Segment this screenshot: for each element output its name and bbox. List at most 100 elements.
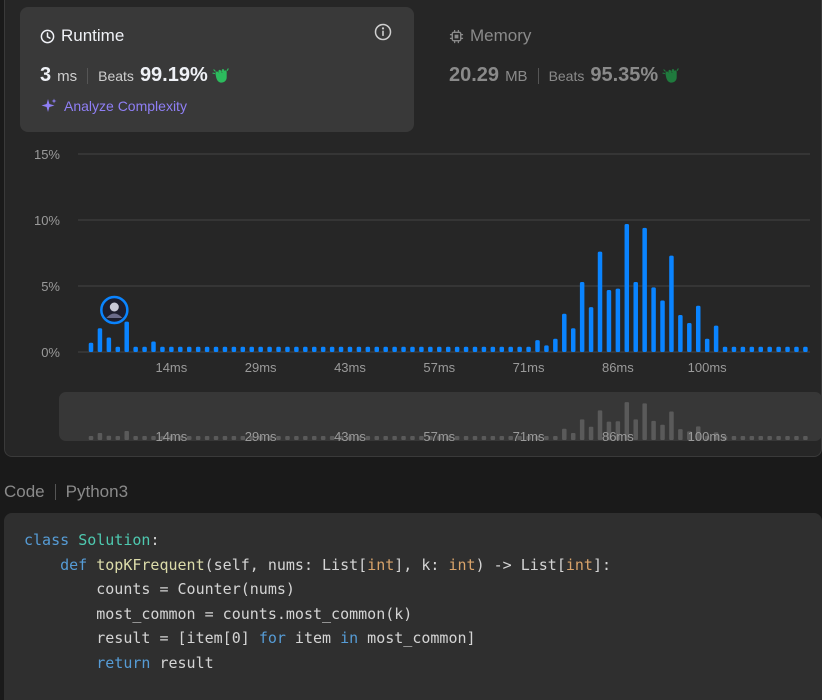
bar bbox=[749, 346, 755, 352]
bar bbox=[454, 346, 460, 352]
mini-x-tick-label: 57ms bbox=[423, 429, 455, 444]
bar bbox=[731, 346, 737, 352]
code-header: Code Python3 bbox=[4, 482, 128, 502]
bar bbox=[508, 346, 513, 352]
bar bbox=[437, 346, 442, 352]
mini-bar bbox=[285, 436, 290, 440]
x-tick-label: 43ms bbox=[334, 360, 366, 375]
mini-bar bbox=[294, 436, 299, 440]
bar bbox=[740, 346, 746, 352]
mini-x-tick-label: 86ms bbox=[602, 429, 634, 444]
mini-x-tick-label: 14ms bbox=[155, 429, 187, 444]
mini-bar bbox=[204, 436, 210, 440]
bar bbox=[615, 288, 621, 352]
bar bbox=[338, 346, 344, 352]
bar bbox=[383, 346, 388, 352]
mini-bar bbox=[186, 436, 192, 440]
x-tick-label: 57ms bbox=[423, 360, 455, 375]
mini-bar bbox=[374, 436, 380, 440]
code-line: result = [item[0] for item in most_commo… bbox=[24, 629, 476, 647]
bar bbox=[186, 346, 192, 352]
bar bbox=[472, 346, 478, 352]
mini-bar bbox=[776, 436, 781, 440]
mini-bar bbox=[758, 436, 763, 440]
bar bbox=[178, 346, 183, 352]
bar bbox=[160, 346, 165, 352]
bar bbox=[767, 346, 772, 352]
mini-bar bbox=[794, 436, 799, 440]
bar bbox=[142, 346, 147, 352]
bar bbox=[678, 315, 683, 352]
mini-bar bbox=[383, 436, 388, 440]
bar bbox=[222, 346, 228, 352]
code-line: return result bbox=[96, 653, 214, 672]
mini-bar bbox=[231, 436, 237, 440]
divider bbox=[54, 484, 56, 500]
code-label: Code bbox=[4, 482, 45, 501]
mini-bar bbox=[579, 419, 585, 440]
mini-bar bbox=[678, 429, 683, 440]
mini-bar bbox=[365, 436, 371, 440]
mini-bar bbox=[303, 436, 308, 440]
mini-bar bbox=[767, 436, 772, 440]
code-line: counts = Counter(nums) bbox=[24, 580, 295, 598]
mini-bar bbox=[106, 435, 112, 440]
bar bbox=[347, 346, 353, 352]
mini-bar bbox=[669, 411, 674, 440]
bar bbox=[240, 346, 246, 352]
mini-bar bbox=[392, 436, 397, 440]
mini-bar bbox=[410, 436, 415, 440]
bar bbox=[276, 346, 281, 352]
mini-bar bbox=[142, 436, 147, 440]
bar bbox=[124, 321, 129, 352]
mini-bar bbox=[481, 436, 487, 440]
bar bbox=[588, 307, 594, 352]
y-tick-label: 15% bbox=[34, 147, 60, 162]
mini-x-tick-label: 71ms bbox=[513, 429, 545, 444]
bar bbox=[642, 227, 647, 352]
bar bbox=[231, 346, 237, 352]
bar bbox=[410, 346, 415, 352]
bar bbox=[633, 282, 638, 352]
bar bbox=[169, 346, 174, 352]
mini-bar bbox=[463, 436, 469, 440]
bar bbox=[713, 325, 719, 352]
mini-bar bbox=[276, 436, 281, 440]
mini-bar bbox=[588, 426, 594, 440]
bar bbox=[606, 289, 612, 352]
bar bbox=[329, 346, 335, 352]
y-tick-label: 10% bbox=[34, 213, 60, 228]
bar bbox=[785, 346, 790, 352]
bar bbox=[481, 346, 487, 352]
bar bbox=[419, 346, 424, 352]
x-tick-label: 71ms bbox=[513, 360, 545, 375]
bar bbox=[115, 346, 121, 352]
mini-x-tick-label: 29ms bbox=[245, 429, 277, 444]
bar bbox=[669, 255, 674, 352]
bar bbox=[660, 300, 665, 352]
mini-bar bbox=[195, 436, 201, 440]
y-tick-label: 0% bbox=[41, 345, 60, 360]
y-tick-label: 5% bbox=[41, 279, 60, 294]
bar bbox=[553, 338, 558, 352]
bar bbox=[579, 282, 585, 352]
bar bbox=[722, 346, 728, 352]
mini-bar bbox=[651, 420, 656, 440]
bar bbox=[499, 346, 505, 352]
bar bbox=[267, 346, 272, 352]
bar bbox=[695, 305, 701, 352]
x-tick-label: 86ms bbox=[602, 360, 634, 375]
bar bbox=[704, 338, 710, 352]
mini-bar bbox=[803, 436, 808, 440]
bar bbox=[651, 287, 656, 352]
bar bbox=[133, 346, 138, 352]
code-line: most_common = counts.most_common(k) bbox=[24, 604, 413, 623]
mini-bar bbox=[740, 436, 746, 440]
avatar-head bbox=[109, 302, 119, 312]
bar bbox=[490, 346, 496, 352]
runtime-distribution-chart[interactable]: 15% 10% 5% 0% 14ms 29ms 43ms 57ms 71ms 86ms 100ms… bbox=[0, 0, 822, 460]
mini-bar bbox=[472, 436, 478, 440]
bar bbox=[365, 346, 371, 352]
bar bbox=[106, 337, 112, 352]
bar bbox=[303, 346, 308, 352]
